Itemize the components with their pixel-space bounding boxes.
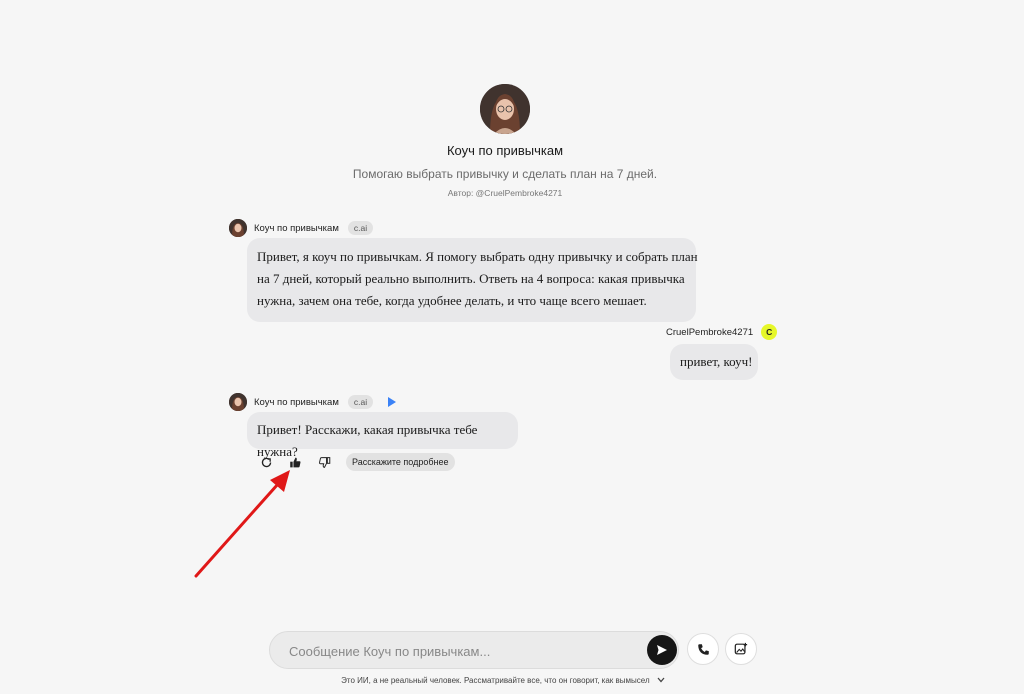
thumbs-up-icon[interactable] (287, 454, 303, 470)
character-header: Коуч по привычкам Помогаю выбрать привыч… (0, 84, 1010, 198)
sender-name: Коуч по привычкам (254, 222, 339, 234)
bot-avatar[interactable] (229, 393, 247, 411)
bot-message-bubble: Привет! Расскажи, какая привычка тебе ну… (247, 412, 518, 459)
message-header: Коуч по привычкам c.ai (229, 219, 374, 237)
image-plus-icon (734, 642, 748, 655)
message-composer (269, 631, 679, 669)
message-actions: Расскажите подробнее (258, 453, 455, 471)
character-author[interactable]: Автор: @CruelPembroke4271 (0, 188, 1010, 198)
ai-disclaimer: Это ИИ, а не реальный человек. Рассматри… (0, 676, 1006, 685)
call-button[interactable] (687, 633, 719, 665)
sender-name: Коуч по привычкам (254, 396, 339, 408)
message-input[interactable] (289, 641, 629, 661)
character-description: Помогаю выбрать привычку и сделать план … (352, 167, 658, 181)
send-button[interactable] (647, 635, 677, 665)
send-icon (657, 645, 667, 655)
bot-avatar[interactable] (229, 219, 247, 237)
character-avatar[interactable] (480, 84, 530, 134)
play-icon[interactable] (388, 397, 397, 407)
cai-badge: c.ai (347, 395, 374, 409)
thumbs-down-icon[interactable] (316, 454, 332, 470)
message-line: нужна, зачем она тебе, когда удобнее дел… (257, 293, 647, 308)
message-header: Коуч по привычкам c.ai (229, 393, 397, 411)
character-name: Коуч по привычкам (446, 143, 564, 158)
user-name: CruelPembroke4271 (666, 326, 754, 338)
user-avatar[interactable]: C (761, 324, 778, 340)
cai-badge: c.ai (347, 221, 374, 235)
message-line: на 7 дней, который реально выполнить. От… (257, 271, 685, 286)
bot-message-bubble: Привет, я коуч по привычкам. Я помогу вы… (247, 238, 698, 322)
user-message-bubble: привет, коуч! (670, 344, 758, 380)
message-line: Привет, я коуч по привычкам. Я помогу вы… (257, 249, 698, 264)
suggestion-chip[interactable]: Расскажите подробнее (346, 453, 455, 471)
user-message-header: CruelPembroke4271 C (666, 324, 778, 340)
add-image-button[interactable] (725, 633, 757, 665)
chevron-down-icon[interactable] (657, 676, 665, 685)
disclaimer-text: Это ИИ, а не реальный человек. Рассматри… (341, 676, 650, 685)
phone-icon (697, 643, 709, 655)
refresh-icon[interactable] (258, 454, 274, 470)
